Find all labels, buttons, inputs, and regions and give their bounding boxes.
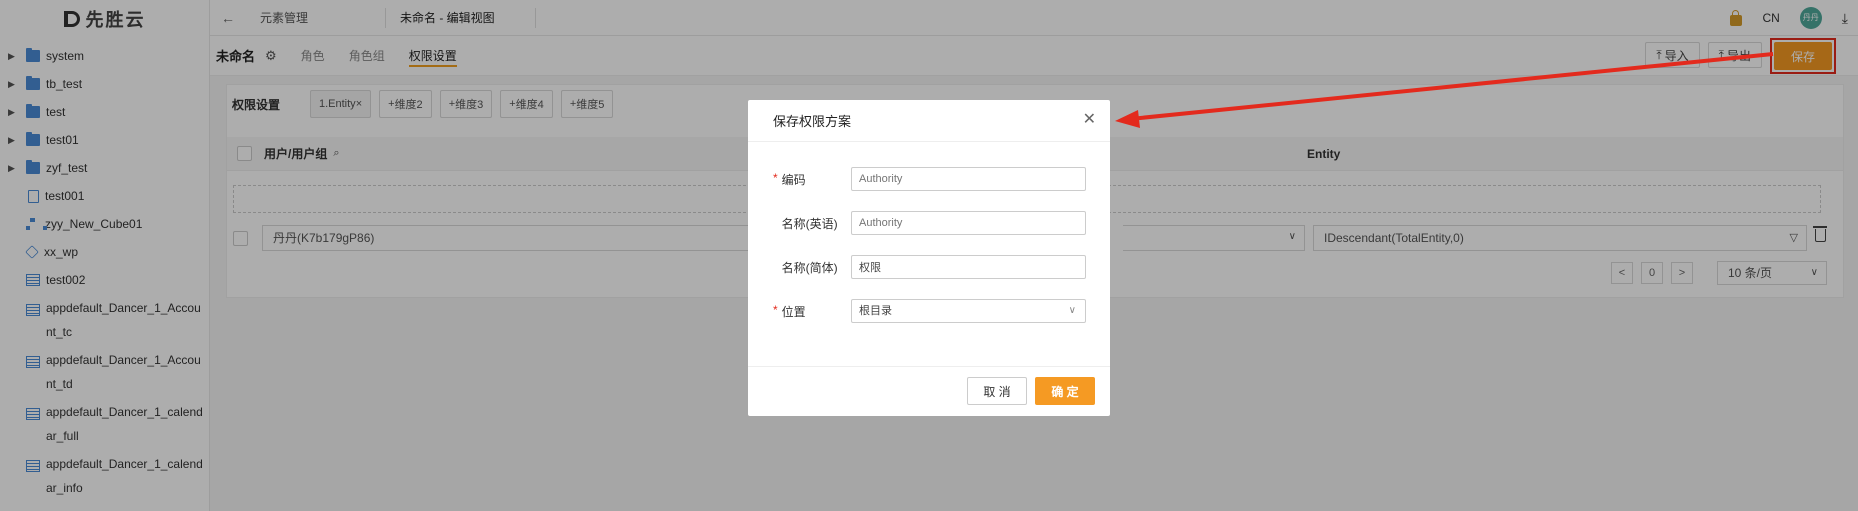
- field-label-text: 名称(简体): [781, 260, 838, 275]
- required-mark: *: [773, 302, 778, 317]
- name-zh-input[interactable]: [851, 255, 1086, 279]
- location-value: 根目录: [859, 305, 892, 317]
- close-icon[interactable]: ✕: [1083, 112, 1096, 128]
- form-row-code: * 编码: [748, 167, 1110, 191]
- cancel-button[interactable]: 取 消: [967, 377, 1027, 405]
- field-label-text: 名称(英语): [781, 216, 838, 231]
- field-label: * 位置: [748, 303, 851, 320]
- field-label: *名称(英语): [748, 215, 851, 232]
- form-row-name-en: *名称(英语): [748, 211, 1110, 235]
- location-select[interactable]: 根目录 ∨: [851, 299, 1086, 323]
- confirm-button[interactable]: 确 定: [1035, 377, 1095, 405]
- dialog-header: 保存权限方案: [748, 100, 1110, 142]
- form-row-name-zh: *名称(简体): [748, 255, 1110, 279]
- required-mark: *: [773, 170, 778, 185]
- field-label: * 编码: [748, 171, 851, 188]
- dialog-footer: 取 消 确 定: [748, 366, 1110, 416]
- chevron-down-icon: ∨: [1068, 305, 1076, 316]
- field-label-text: 位置: [781, 304, 806, 319]
- code-input[interactable]: [851, 167, 1086, 191]
- field-label: *名称(简体): [748, 259, 851, 276]
- form-row-location: * 位置 根目录 ∨: [748, 299, 1110, 323]
- name-en-input[interactable]: [851, 211, 1086, 235]
- dialog-title: 保存权限方案: [773, 114, 852, 129]
- field-label-text: 编码: [781, 172, 806, 187]
- save-permission-scheme-dialog: 保存权限方案 ✕ *编码 *名称(英语) *名称(简体) *位置 根目录∨ 取 …: [748, 100, 1110, 416]
